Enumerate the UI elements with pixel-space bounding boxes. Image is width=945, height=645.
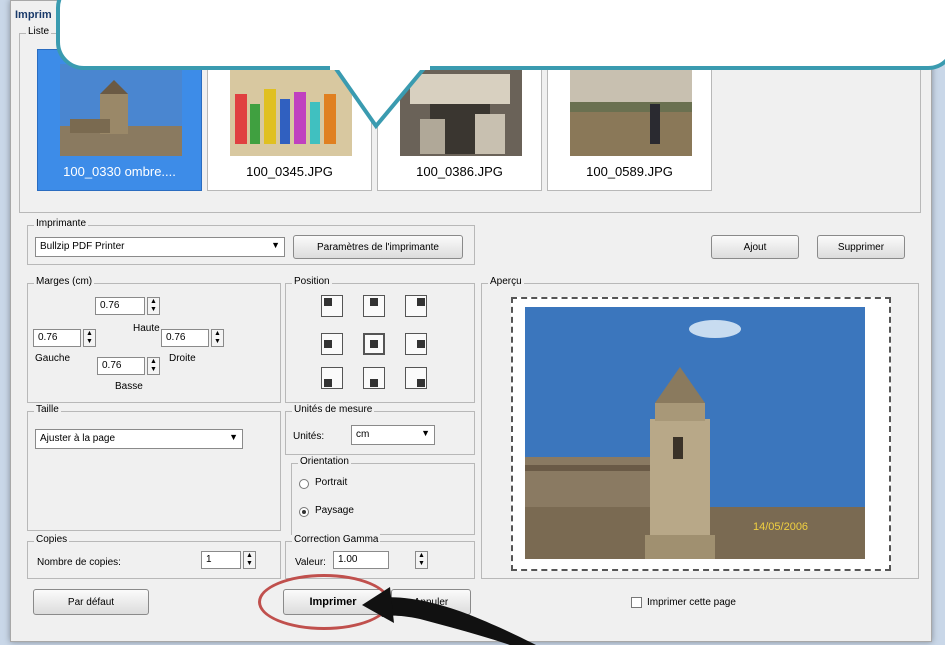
margin-right-input[interactable]: 0.76	[161, 329, 209, 347]
margin-left-stepper[interactable]: ▲ ▼	[83, 329, 96, 347]
print-dialog: Imprim Liste 100_0330 ombre.... 100_0345…	[10, 0, 932, 642]
thumbnail-caption: 100_0330 ombre....	[63, 164, 176, 179]
default-button[interactable]: Par défaut	[33, 589, 149, 615]
position-group-label: Position	[292, 276, 332, 287]
position-middle-left-button[interactable]	[321, 333, 343, 355]
callout-bubble	[56, 0, 945, 70]
copies-input[interactable]: 1	[201, 551, 241, 569]
gamma-label: Valeur:	[295, 557, 326, 568]
units-label: Unités:	[293, 431, 325, 442]
printer-settings-button[interactable]: Paramètres de l'imprimante	[293, 235, 463, 259]
margin-right-label: Droite	[169, 353, 196, 364]
copies-stepper[interactable]: ▲ ▼	[243, 551, 256, 569]
orientation-group-label: Orientation	[298, 456, 351, 467]
thumbnail-photo	[570, 64, 692, 156]
position-bottom-right-button[interactable]	[405, 367, 427, 389]
position-top-left-button[interactable]	[321, 295, 343, 317]
size-select-value: Ajuster à la page	[40, 433, 116, 444]
dialog-title: Imprim	[15, 9, 52, 21]
units-group-label: Unités de mesure	[292, 404, 375, 415]
margin-bottom-input[interactable]: 0.76	[97, 357, 145, 375]
print-this-page-checkbox[interactable]	[631, 597, 642, 608]
margin-left-input[interactable]: 0.76	[33, 329, 81, 347]
margin-top-input[interactable]: 0.76	[95, 297, 145, 315]
print-this-page-label: Imprimer cette page	[647, 597, 736, 608]
chevron-down-icon: ▼	[271, 240, 280, 250]
landscape-radio[interactable]	[299, 507, 309, 517]
thumbnail-caption: 100_0589.JPG	[586, 164, 673, 179]
gamma-input[interactable]: 1.00	[333, 551, 389, 569]
pointer-arrow-icon	[362, 587, 536, 645]
copies-group-label: Copies	[34, 534, 70, 545]
position-bottom-left-button[interactable]	[321, 367, 343, 389]
orientation-group: Orientation	[291, 456, 475, 535]
preview-date-stamp: 14/05/2006	[753, 521, 809, 533]
image-list-label: Liste	[26, 26, 52, 37]
position-middle-right-button[interactable]	[405, 333, 427, 355]
gamma-group-label: Correction Gamma	[292, 534, 381, 545]
preview-page: 14/05/2006	[511, 297, 891, 571]
callout-tail	[330, 64, 430, 130]
position-center-button[interactable]	[363, 333, 385, 355]
preview-group-label: Aperçu	[488, 276, 524, 287]
remove-button[interactable]: Supprimer	[817, 235, 905, 259]
position-top-center-button[interactable]	[363, 295, 385, 317]
position-top-right-button[interactable]	[405, 295, 427, 317]
printer-select[interactable]: Bullzip PDF Printer ▼	[35, 237, 285, 257]
chevron-down-icon: ▼	[229, 432, 238, 442]
thumbnail-caption: 100_0345.JPG	[246, 164, 333, 179]
units-select-value: cm	[356, 429, 370, 440]
thumbnail-item[interactable]: 100_0330 ombre....	[37, 49, 202, 191]
position-bottom-center-button[interactable]	[363, 367, 385, 389]
portrait-label: Portrait	[315, 477, 348, 488]
margin-bottom-label: Basse	[115, 381, 143, 392]
margin-top-label: Haute	[133, 323, 160, 334]
preview-photo	[525, 307, 865, 559]
thumbnail-caption: 100_0386.JPG	[416, 164, 503, 179]
units-select[interactable]: cm ▼	[351, 425, 435, 445]
landscape-label: Paysage	[315, 505, 354, 516]
margin-top-stepper[interactable]: ▲ ▼	[147, 297, 160, 315]
size-group-label: Taille	[34, 404, 61, 415]
printer-group-label: Imprimante	[34, 218, 89, 229]
add-button[interactable]: Ajout	[711, 235, 799, 259]
chevron-down-icon: ▼	[421, 428, 430, 438]
margins-group-label: Marges (cm)	[34, 276, 95, 287]
margin-right-stepper[interactable]: ▲ ▼	[211, 329, 224, 347]
copies-label: Nombre de copies:	[37, 557, 121, 568]
size-select[interactable]: Ajuster à la page ▼	[35, 429, 243, 449]
thumbnail-photo	[60, 64, 182, 156]
margin-left-label: Gauche	[35, 353, 71, 364]
gamma-stepper[interactable]: ▲ ▼	[415, 551, 428, 569]
margin-bottom-stepper[interactable]: ▲ ▼	[147, 357, 160, 375]
thumbnail-item[interactable]: 100_0589.JPG	[547, 49, 712, 191]
printer-select-value: Bullzip PDF Printer	[40, 241, 125, 252]
portrait-radio[interactable]	[299, 479, 309, 489]
